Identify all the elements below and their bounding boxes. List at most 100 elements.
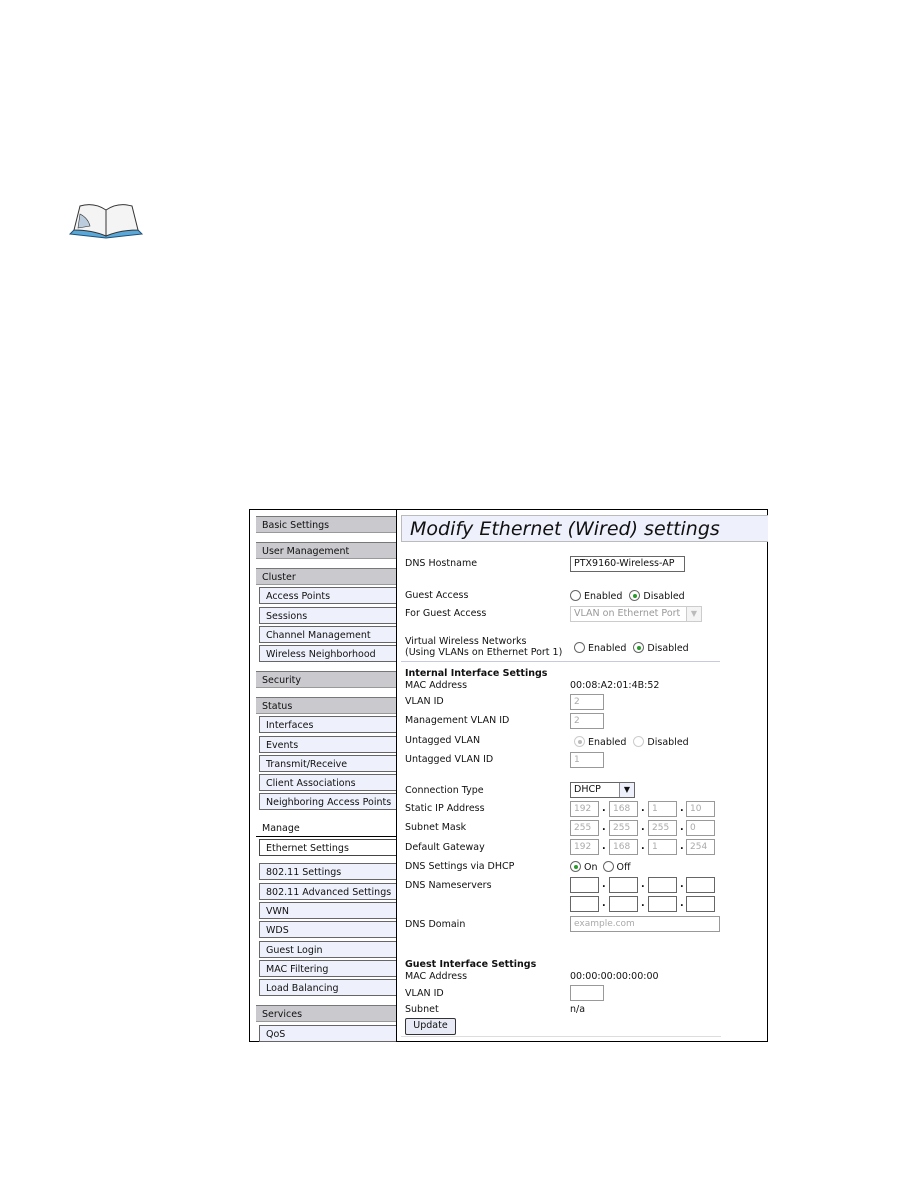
for-guest-access-value: VLAN on Ethernet Port bbox=[574, 608, 681, 619]
divider bbox=[401, 1036, 721, 1037]
vlan-id-input[interactable]: 2 bbox=[570, 694, 604, 710]
update-button[interactable]: Update bbox=[405, 1018, 456, 1035]
untagged-disabled-radio[interactable] bbox=[633, 736, 645, 747]
static-ip-label: Static IP Address bbox=[405, 803, 485, 814]
untagged-id-input[interactable]: 1 bbox=[570, 752, 604, 768]
guest-vlan-input[interactable] bbox=[570, 985, 604, 1001]
sidebar-item-cluster[interactable]: Cluster bbox=[256, 568, 396, 585]
octet-input[interactable] bbox=[686, 896, 715, 912]
octet-input[interactable] bbox=[609, 877, 638, 893]
chevron-down-icon: ▼ bbox=[686, 607, 701, 621]
sidebar-item-802-11-advanced-settings[interactable]: 802.11 Advanced Settings bbox=[259, 883, 396, 900]
octet-separator: . bbox=[641, 898, 645, 909]
sidebar-item-vwn[interactable]: VWN bbox=[259, 902, 396, 919]
internal-heading: Internal Interface Settings bbox=[405, 668, 548, 679]
untagged-enabled-radio[interactable] bbox=[574, 736, 585, 747]
dns-domain-label: DNS Domain bbox=[405, 919, 466, 930]
mac-label: MAC Address bbox=[405, 680, 468, 691]
sidebar-item-basic-settings[interactable]: Basic Settings bbox=[256, 516, 396, 533]
sidebar-item-wds[interactable]: WDS bbox=[259, 921, 396, 938]
sidebar-item-client-associations[interactable]: Client Associations bbox=[259, 774, 396, 791]
for-guest-access-select[interactable]: VLAN on Ethernet Port ▼ bbox=[570, 606, 702, 622]
octet-input[interactable]: 255 bbox=[648, 820, 677, 836]
dns-on-radio[interactable] bbox=[570, 861, 581, 872]
octet-separator: . bbox=[680, 841, 684, 852]
guest-access-label: Guest Access bbox=[405, 590, 469, 601]
octet-input[interactable]: 1 bbox=[648, 839, 677, 855]
octet-separator: . bbox=[602, 879, 606, 890]
octet-input[interactable]: 10 bbox=[686, 801, 715, 817]
dns-off-radio[interactable] bbox=[602, 861, 614, 872]
dns-dhcp-radios: On Off bbox=[570, 861, 631, 874]
sidebar-item-interfaces[interactable]: Interfaces bbox=[259, 716, 396, 733]
octet-input[interactable]: 254 bbox=[686, 839, 715, 855]
nameservers-label: DNS Nameservers bbox=[405, 880, 492, 891]
octet-input[interactable] bbox=[570, 896, 599, 912]
mgmt-vlan-label: Management VLAN ID bbox=[405, 715, 510, 726]
connection-type-value: DHCP bbox=[574, 784, 601, 795]
guest-subnet-value: n/a bbox=[570, 1004, 586, 1015]
sidebar-item-channel-management[interactable]: Channel Management bbox=[259, 626, 396, 643]
sidebar-item-user-management[interactable]: User Management bbox=[256, 542, 396, 559]
octet-separator: . bbox=[641, 822, 645, 833]
guest-access-radios: Enabled Disabled bbox=[570, 590, 685, 603]
sidebar-item-802-11-settings[interactable]: 802.11 Settings bbox=[259, 863, 396, 880]
connection-type-select[interactable]: DHCP ▼ bbox=[570, 782, 635, 798]
guest-heading: Guest Interface Settings bbox=[405, 959, 537, 970]
vwn-enabled-radio[interactable] bbox=[574, 642, 585, 653]
octet-input[interactable]: 1 bbox=[648, 801, 677, 817]
octet-separator: . bbox=[641, 879, 645, 890]
sidebar-item-status[interactable]: Status bbox=[256, 697, 396, 714]
sidebar-item-load-balancing[interactable]: Load Balancing bbox=[259, 979, 396, 996]
octet-separator: . bbox=[602, 803, 606, 814]
octet-input[interactable]: 255 bbox=[570, 820, 599, 836]
divider bbox=[401, 661, 720, 662]
sidebar-item-manage[interactable]: Manage bbox=[256, 820, 396, 837]
open-book-icon bbox=[66, 200, 146, 245]
sidebar-item-mac-filtering[interactable]: MAC Filtering bbox=[259, 960, 396, 977]
guest-mac-value: 00:00:00:00:00:00 bbox=[570, 971, 659, 982]
guest-access-enabled-radio[interactable] bbox=[570, 590, 581, 601]
sidebar-item-wireless-neighborhood[interactable]: Wireless Neighborhood bbox=[259, 645, 396, 662]
dns-domain-input[interactable]: example.com bbox=[570, 916, 720, 932]
guest-access-disabled-radio[interactable] bbox=[629, 590, 641, 601]
octet-input[interactable] bbox=[648, 877, 677, 893]
for-guest-access-label: For Guest Access bbox=[405, 608, 487, 619]
sidebar-item-guest-login[interactable]: Guest Login bbox=[259, 941, 396, 958]
sidebar-item-events[interactable]: Events bbox=[259, 736, 396, 753]
subnet-mask-label: Subnet Mask bbox=[405, 822, 467, 833]
octet-input[interactable]: 192 bbox=[570, 801, 599, 817]
document-page: Basic Settings User Management Cluster Acce… bbox=[0, 0, 918, 1188]
sidebar-item-sessions[interactable]: Sessions bbox=[259, 607, 396, 624]
vwn-disabled-radio[interactable] bbox=[633, 642, 645, 653]
octet-separator: . bbox=[641, 841, 645, 852]
octet-input[interactable] bbox=[609, 896, 638, 912]
gateway-label: Default Gateway bbox=[405, 842, 485, 853]
octet-input[interactable] bbox=[648, 896, 677, 912]
guest-enabled-label: Enabled bbox=[584, 591, 623, 602]
dns-hostname-input[interactable]: PTX9160-Wireless-AP bbox=[570, 556, 685, 572]
sidebar-item-access-points[interactable]: Access Points bbox=[259, 587, 396, 604]
octet-input[interactable]: 192 bbox=[570, 839, 599, 855]
octet-input[interactable]: 0 bbox=[686, 820, 715, 836]
sidebar-item-qos[interactable]: QoS bbox=[259, 1025, 396, 1042]
dns-dhcp-label: DNS Settings via DHCP bbox=[405, 861, 515, 872]
octet-input[interactable]: 168 bbox=[609, 839, 638, 855]
octet-input[interactable] bbox=[570, 877, 599, 893]
octet-input[interactable]: 255 bbox=[609, 820, 638, 836]
octet-separator: . bbox=[641, 803, 645, 814]
sidebar-item-ethernet-settings[interactable]: Ethernet Settings bbox=[259, 839, 396, 856]
guest-disabled-label: Disabled bbox=[643, 591, 685, 602]
untagged-enabled-label: Enabled bbox=[588, 737, 627, 748]
sidebar-item-neighboring-access-points[interactable]: Neighboring Access Points bbox=[259, 793, 396, 810]
sidebar-item-transmit-receive[interactable]: Transmit/Receive bbox=[259, 755, 396, 772]
octet-separator: . bbox=[602, 822, 606, 833]
sidebar-item-services[interactable]: Services bbox=[256, 1005, 396, 1022]
untagged-vlan-label: Untagged VLAN bbox=[405, 735, 481, 746]
octet-input[interactable]: 168 bbox=[609, 801, 638, 817]
untagged-radios: Enabled Disabled bbox=[574, 736, 689, 749]
untagged-disabled-label: Disabled bbox=[647, 737, 689, 748]
mgmt-vlan-input[interactable]: 2 bbox=[570, 713, 604, 729]
octet-input[interactable] bbox=[686, 877, 715, 893]
sidebar-item-security[interactable]: Security bbox=[256, 671, 396, 688]
